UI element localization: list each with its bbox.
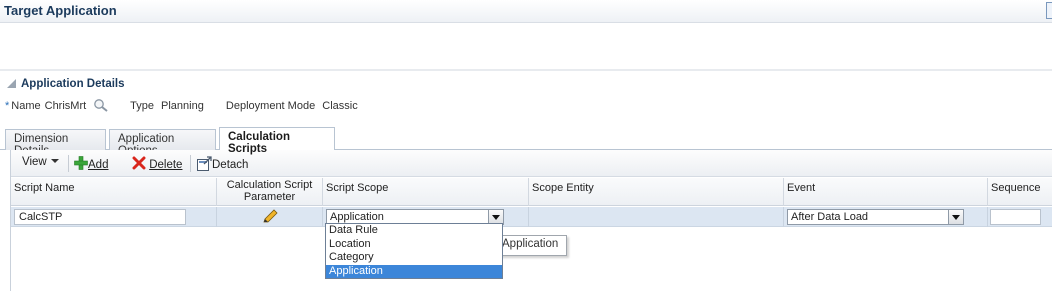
dropdown-option-category[interactable]: Category	[326, 251, 502, 265]
table-header: Script Name Calculation Script Parameter…	[11, 178, 1052, 206]
tab-bar: Dimension Details Application Options Ca…	[0, 127, 1052, 157]
event-select[interactable]: After Data Load	[787, 209, 964, 225]
page-title: Target Application	[4, 3, 117, 18]
type-label: Type	[130, 100, 154, 112]
view-menu[interactable]: View	[22, 156, 59, 168]
application-details-row: * Name ChrisMrt Type Planning Deployment M…	[5, 98, 362, 115]
scope-tooltip: Application	[495, 235, 568, 256]
search-icon[interactable]	[93, 98, 109, 115]
delete-button[interactable]: Delete	[132, 156, 182, 171]
name-label: Name	[11, 100, 41, 112]
script-scope-dropdown-list: Data Rule Location Category Application	[325, 223, 503, 279]
name-value: ChrisMrt	[44, 100, 87, 112]
dropdown-option-location[interactable]: Location	[326, 238, 502, 252]
deployment-mode-label: Deployment Mode	[225, 100, 316, 112]
detach-icon	[197, 156, 212, 171]
table-row[interactable]: CalcSTP Application After Data Load	[11, 207, 1052, 227]
event-value: After Data Load	[791, 211, 869, 223]
tab-application-options[interactable]: Application Options	[109, 129, 216, 157]
chevron-down-icon[interactable]	[488, 210, 503, 224]
dropdown-option-application[interactable]: Application	[326, 264, 502, 278]
scope-entity-cell[interactable]	[529, 207, 784, 227]
type-value: Planning	[161, 100, 204, 112]
header-divider	[0, 69, 1052, 71]
tab-calculation-scripts[interactable]: Calculation Scripts	[219, 127, 335, 155]
calculation-scripts-panel: View Add Delete Detach Script Name Calcu…	[10, 150, 1052, 291]
required-indicator: *	[5, 100, 10, 112]
panel-toggle-button[interactable]	[1046, 2, 1052, 19]
script-scope-value: Application	[330, 211, 384, 223]
deployment-mode-value: Classic	[322, 100, 358, 112]
column-header-script-name[interactable]: Script Name	[11, 178, 217, 206]
detach-button[interactable]: Detach	[197, 156, 248, 171]
collapse-triangle-icon[interactable]	[7, 79, 16, 88]
column-header-script-scope[interactable]: Script Scope	[323, 178, 529, 206]
toolbar: View Add Delete Detach	[11, 150, 1052, 177]
column-header-calculation-script-parameter[interactable]: Calculation Script Parameter	[217, 178, 323, 206]
dropdown-option-data-rule[interactable]: Data Rule	[326, 224, 502, 238]
plus-icon	[74, 156, 88, 170]
page-header: Target Application	[0, 0, 1052, 23]
chevron-down-icon[interactable]	[948, 210, 963, 224]
add-button[interactable]: Add	[74, 156, 108, 171]
application-details-header[interactable]: Application Details	[7, 78, 125, 90]
pencil-edit-icon[interactable]	[261, 209, 279, 225]
delete-x-icon	[132, 156, 146, 170]
script-name-field[interactable]: CalcSTP	[14, 209, 186, 225]
chevron-down-icon	[50, 159, 59, 163]
sequence-field[interactable]	[990, 209, 1041, 225]
section-title: Application Details	[21, 78, 125, 90]
column-header-sequence[interactable]: Sequence	[988, 178, 1052, 206]
column-header-event[interactable]: Event	[784, 178, 988, 206]
tab-dimension-details[interactable]: Dimension Details	[5, 129, 106, 157]
column-header-scope-entity[interactable]: Scope Entity	[529, 178, 784, 206]
